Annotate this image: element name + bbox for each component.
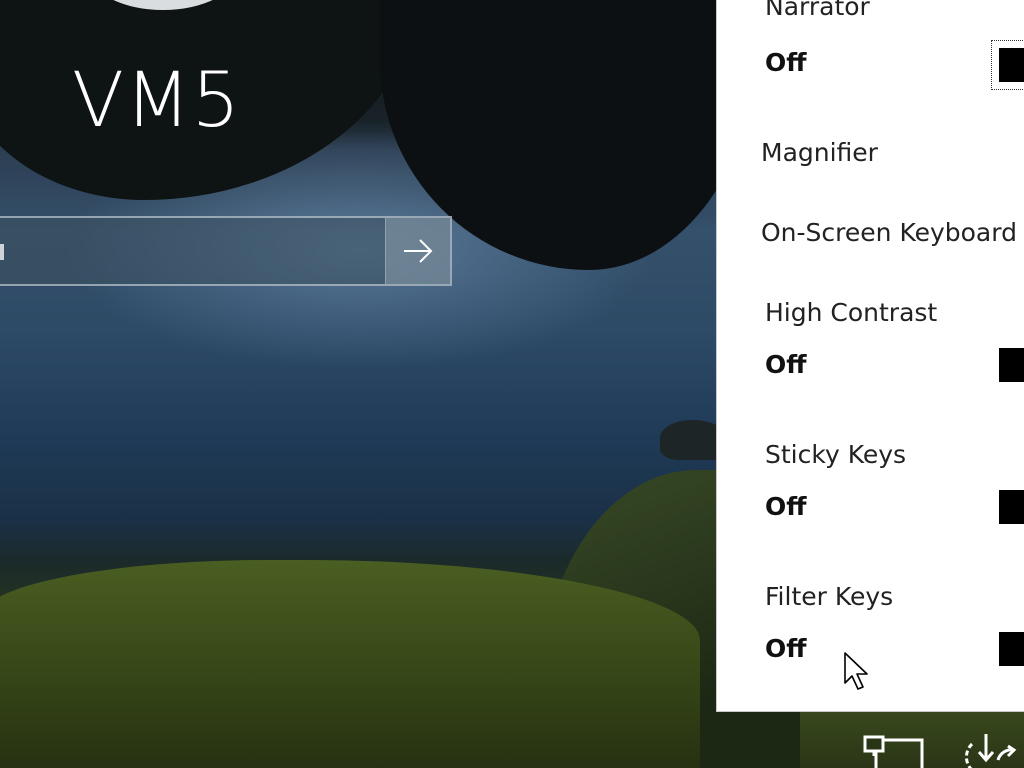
on-screen-keyboard-link[interactable]: On-Screen Keyboard	[761, 218, 1017, 247]
sticky-keys-label: Sticky Keys	[765, 440, 907, 469]
high-contrast-label: High Contrast	[765, 298, 938, 327]
lock-screen: VM5 Narrator Off Magnifier On-Screen Key…	[0, 0, 1024, 768]
narrator-state: Off	[765, 48, 807, 77]
password-input[interactable]	[0, 218, 385, 284]
high-contrast-toggle[interactable]	[999, 348, 1024, 382]
narrator-toggle[interactable]	[991, 40, 1024, 90]
background-shore	[0, 560, 700, 768]
text-caret	[0, 244, 4, 260]
password-field-container	[0, 216, 452, 286]
sticky-keys-state: Off	[765, 492, 807, 521]
mouse-pointer-icon	[844, 652, 868, 690]
filter-keys-state: Off	[765, 634, 807, 663]
high-contrast-state: Off	[765, 350, 807, 379]
user-name: VM5	[72, 55, 241, 144]
narrator-label: Narrator	[765, 0, 870, 21]
magnifier-link[interactable]: Magnifier	[761, 138, 878, 167]
arrow-right-icon	[404, 239, 433, 263]
network-icon[interactable]	[862, 734, 926, 768]
sticky-keys-toggle[interactable]	[999, 490, 1024, 524]
filter-keys-toggle[interactable]	[999, 632, 1024, 666]
submit-button[interactable]	[385, 218, 450, 284]
ease-of-access-panel: Narrator Off Magnifier On-Screen Keyboar…	[716, 0, 1024, 712]
filter-keys-label: Filter Keys	[765, 582, 894, 611]
ease-of-access-icon[interactable]	[958, 730, 1018, 768]
